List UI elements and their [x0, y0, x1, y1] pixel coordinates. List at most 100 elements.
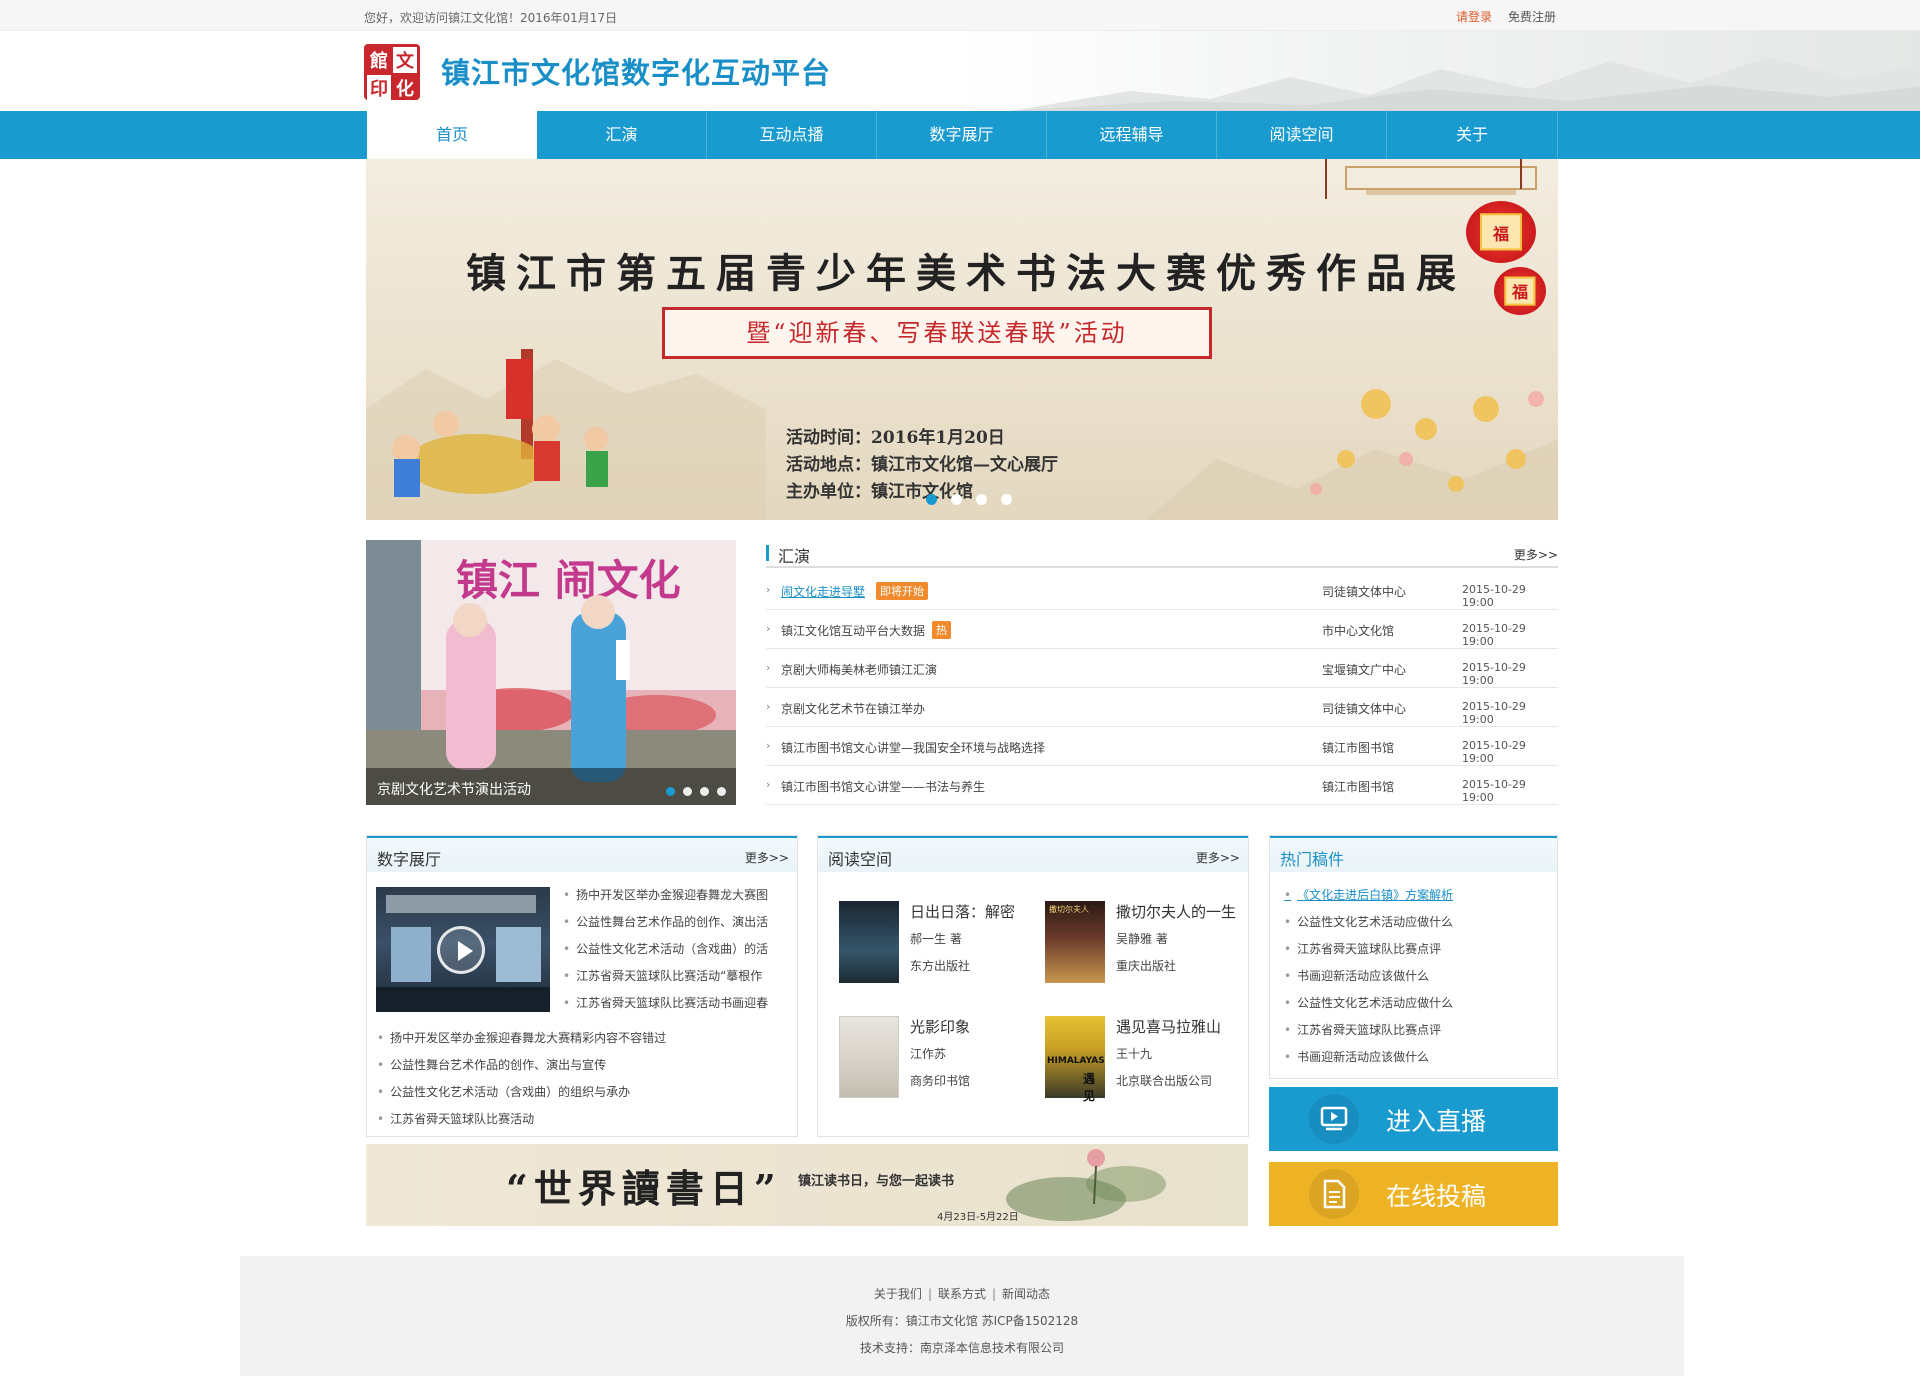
performance-org: 镇江市图书馆 [1322, 741, 1395, 755]
book-publisher: 重庆出版社 [1116, 959, 1177, 973]
book-cover[interactable]: 撒切尔夫人 [1045, 901, 1105, 983]
performance-org: 司徒镇文体中心 [1322, 702, 1407, 716]
book-cover[interactable] [839, 901, 899, 983]
register-link[interactable]: 免费注册 [1508, 8, 1556, 25]
footer-link-news[interactable]: 新闻动态 [1002, 1287, 1050, 1301]
banner-dot[interactable] [926, 494, 937, 505]
book-title[interactable]: 遇见喜马拉雅山 [1116, 1016, 1221, 1037]
hot-article-item[interactable]: 《文化走进后白镇》方案解析 [1284, 886, 1453, 903]
reading-more-link[interactable]: 更多>> [1196, 849, 1240, 866]
photo-slider[interactable]: 镇江 闹文化 京剧文化艺术节演出活动 [366, 540, 736, 805]
performance-row[interactable]: › 闹文化走进导墅 即将开始 司徒镇文体中心 2015-10-29 19:00 [766, 571, 1558, 610]
footer-link-about[interactable]: 关于我们 [874, 1287, 922, 1301]
nav-item-about[interactable]: 关于 [1387, 111, 1558, 159]
performance-name[interactable]: 镇江文化馆互动平台大数据 [781, 622, 925, 639]
book-publisher: 商务印书馆 [910, 1074, 971, 1088]
site-footer: 关于我们 | 联系方式 | 新闻动态 版权所有：镇江市文化馆 苏ICP备1502128 … [240, 1256, 1684, 1376]
performance-name[interactable]: 镇江市图书馆文心讲堂—我国安全环境与战略选择 [781, 739, 1045, 756]
hot-article-item[interactable]: 书画迎新活动应该做什么 [1284, 967, 1429, 984]
performance-org: 市中心文化馆 [1322, 624, 1395, 638]
performance-row[interactable]: › 镇江市图书馆文心讲堂——书法与养生 镇江市图书馆 2015-10-29 19… [766, 766, 1558, 805]
footer-link-contact[interactable]: 联系方式 [938, 1287, 986, 1301]
nav-item-reading[interactable]: 阅读空间 [1217, 111, 1387, 159]
video-thumbnail[interactable] [376, 887, 550, 1012]
banner-dot[interactable] [976, 494, 987, 505]
nav-item-home[interactable]: 首页 [367, 111, 537, 159]
nav-item-vod[interactable]: 互动点播 [707, 111, 877, 159]
hot-article-item[interactable]: 公益性文化艺术活动应做什么 [1284, 913, 1453, 930]
performance-date: 2015-10-29 19:00 [1462, 661, 1526, 687]
banner-subline: 暨“迎新春、写春联送春联”活动 [662, 307, 1212, 359]
logo-seal[interactable]: 館 文 印 化 [364, 44, 420, 101]
book-title[interactable]: 日出日落：解密 [910, 901, 1015, 922]
performance-org: 司徒镇文体中心 [1322, 585, 1407, 599]
photo-sign-text: 镇江 闹文化 [456, 556, 681, 605]
performance-more-link[interactable]: 更多>> [1514, 546, 1558, 563]
lantern-icon: 福 [1466, 201, 1536, 263]
reading-panel: 阅读空间 更多>> 日出日落：解密 郝一生 著 东方出版社 撒切尔夫人 撒切尔夫… [817, 835, 1249, 1137]
play-icon[interactable] [437, 926, 485, 974]
footer-separator: | [992, 1287, 997, 1301]
performance-name[interactable]: 京剧大师梅美林老师镇江汇演 [781, 661, 937, 678]
site-title[interactable]: 镇江市文化馆数字化互动平台 [441, 50, 831, 92]
reading-header: 阅读空间 更多>> [818, 836, 1248, 872]
photo-dot[interactable] [666, 787, 675, 796]
performance-name[interactable]: 闹文化走进导墅 [781, 583, 865, 600]
world-reading-day-banner[interactable]: “世界讀書日” 镇江读书日，与您一起读书 4月23日-5月22日 [366, 1144, 1248, 1226]
nav-item-performance[interactable]: 汇演 [537, 111, 707, 159]
book-cover[interactable] [839, 1016, 899, 1098]
photo-caption-bar: 京剧文化艺术节演出活动 [366, 768, 736, 805]
performance-name[interactable]: 京剧文化艺术节在镇江举办 [781, 700, 925, 717]
hot-article-item[interactable]: 公益性文化艺术活动应做什么 [1284, 994, 1453, 1011]
digital-side-item[interactable]: 扬中开发区举办金猴迎春舞龙大赛图 [563, 886, 793, 903]
banner-pagination [926, 490, 1026, 509]
live-stream-button[interactable]: 进入直播 [1269, 1087, 1558, 1151]
mountain-background [1010, 57, 1920, 111]
photo-dot[interactable] [717, 787, 726, 796]
hot-articles-header: 热门稿件 [1270, 836, 1557, 872]
photo-dot[interactable] [700, 787, 709, 796]
chevron-right-icon: › [766, 583, 771, 596]
book-author: 吴静雅 著 [1116, 932, 1168, 946]
hot-badge: 热 [932, 621, 951, 639]
login-link[interactable]: 请登录 [1456, 8, 1492, 25]
performance-row[interactable]: › 镇江文化馆互动平台大数据 热 市中心文化馆 2015-10-29 19:00 [766, 610, 1558, 649]
performance-row[interactable]: › 镇江市图书馆文心讲堂—我国安全环境与战略选择 镇江市图书馆 2015-10-… [766, 727, 1558, 766]
digital-item[interactable]: 江苏省舜天篮球队比赛活动 [377, 1110, 534, 1127]
nav-item-remote-tutor[interactable]: 远程辅导 [1047, 111, 1217, 159]
book-cover[interactable]: HIMALAYAS 遇见 [1045, 1016, 1105, 1103]
digital-side-item[interactable]: 江苏省舜天篮球队比赛活动“摹根作 [563, 967, 793, 984]
banner-dot[interactable] [1001, 494, 1012, 505]
hot-article-item[interactable]: 江苏省舜天篮球队比赛点评 [1284, 1021, 1441, 1038]
book-publisher: 东方出版社 [910, 959, 971, 973]
performance-name[interactable]: 镇江市图书馆文心讲堂——书法与养生 [781, 778, 985, 795]
document-icon [1309, 1169, 1359, 1219]
performance-row[interactable]: › 京剧文化艺术节在镇江举办 司徒镇文体中心 2015-10-29 19:00 [766, 688, 1558, 727]
digital-item[interactable]: 公益性舞台艺术作品的创作、演出与宣传 [377, 1056, 606, 1073]
hot-article-item[interactable]: 书画迎新活动应该做什么 [1284, 1048, 1429, 1065]
digital-side-item[interactable]: 江苏省舜天篮球队比赛活动书画迎春 [563, 994, 793, 1011]
performance-title: 汇演 [778, 547, 811, 566]
digital-item[interactable]: 扬中开发区举办金猴迎春舞龙大赛精彩内容不容错过 [377, 1029, 666, 1046]
digital-hall-title: 数字展厅 [377, 850, 442, 869]
book-title[interactable]: 撒切尔夫人的一生 [1116, 901, 1236, 922]
chevron-right-icon: › [766, 700, 771, 713]
submit-manuscript-button[interactable]: 在线投稿 [1269, 1162, 1558, 1226]
digital-hall-more-link[interactable]: 更多>> [745, 849, 789, 866]
photo-dot[interactable] [683, 787, 692, 796]
book-author: 郝一生 著 [910, 932, 962, 946]
reading-day-subtitle: 镇江读书日，与您一起读书 [798, 1174, 955, 1189]
hero-banner[interactable]: 镇江市第五届青少年美术书法大赛优秀作品展 暨“迎新春、写春联送春联”活动 活动时… [366, 159, 1558, 520]
book-title[interactable]: 光影印象 [910, 1016, 970, 1037]
digital-side-item[interactable]: 公益性舞台艺术作品的创作、演出活 [563, 913, 793, 930]
nav-item-digital-hall[interactable]: 数字展厅 [877, 111, 1047, 159]
hot-article-item[interactable]: 江苏省舜天篮球队比赛点评 [1284, 940, 1441, 957]
digital-item[interactable]: 公益性文化艺术活动（含戏曲）的组织与承办 [377, 1083, 630, 1100]
footer-separator: | [927, 1287, 932, 1301]
banner-dot[interactable] [951, 494, 962, 505]
digital-side-item[interactable]: 公益性文化艺术活动（含戏曲）的活 [563, 940, 793, 957]
performance-org: 镇江市图书馆 [1322, 780, 1395, 794]
logo-char: 館 [370, 51, 388, 72]
chevron-right-icon: › [766, 622, 771, 635]
performance-row[interactable]: › 京剧大师梅美林老师镇江汇演 宝堰镇文广中心 2015-10-29 19:00 [766, 649, 1558, 688]
